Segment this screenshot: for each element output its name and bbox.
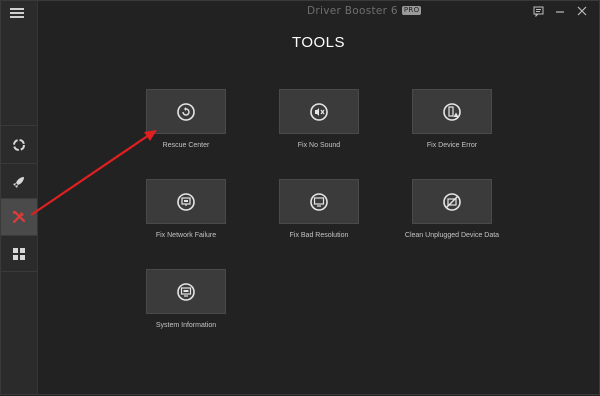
unplugged-device-icon (443, 192, 461, 211)
tool-tile[interactable] (412, 179, 492, 224)
tool-label: Clean Unplugged Device Data (404, 232, 500, 239)
device-error-icon (443, 102, 461, 121)
rescue-center-icon (177, 102, 195, 121)
page-title: TOOLS (291, 34, 346, 51)
system-info-icon (177, 282, 195, 301)
sidebar (1, 1, 38, 394)
tool-fix-device-error[interactable]: Fix Device Error (347, 89, 507, 161)
pro-badge: PRO (401, 6, 422, 15)
app-window: Driver Booster 6PRO TOOLS Rescue Center (0, 0, 600, 395)
app-title: Driver Booster 6 PRO (307, 5, 422, 17)
close-icon[interactable] (575, 4, 589, 18)
scan-ring-icon (13, 139, 25, 151)
tool-tile[interactable] (146, 269, 226, 314)
feedback-icon[interactable] (531, 4, 545, 18)
sidebar-divider (1, 125, 37, 126)
sidebar-item-tools[interactable] (1, 199, 37, 235)
minimize-icon[interactable] (553, 4, 567, 18)
sidebar-item-action-center[interactable] (1, 236, 37, 272)
tool-label: System Information (155, 322, 217, 329)
sidebar-divider (1, 271, 37, 272)
tool-tile[interactable] (412, 89, 492, 134)
app-name: Driver Booster 6 (307, 5, 398, 17)
hamburger-menu-icon[interactable] (8, 6, 28, 20)
sidebar-item-scan[interactable] (1, 127, 37, 163)
grid-icon (13, 248, 25, 260)
tool-clean-unplugged-device-data[interactable]: Clean Unplugged Device Data (347, 179, 507, 251)
rocket-icon (13, 177, 24, 188)
tool-label: Fix Device Error (426, 142, 478, 149)
tools-icon (12, 210, 26, 224)
monitor-icon (310, 192, 328, 211)
sidebar-item-boost[interactable] (1, 164, 37, 200)
speaker-mute-icon (310, 102, 328, 121)
tool-system-information[interactable]: System Information (81, 269, 241, 341)
title-bar: Driver Booster 6 PRO (37, 1, 599, 23)
network-icon (177, 192, 195, 211)
